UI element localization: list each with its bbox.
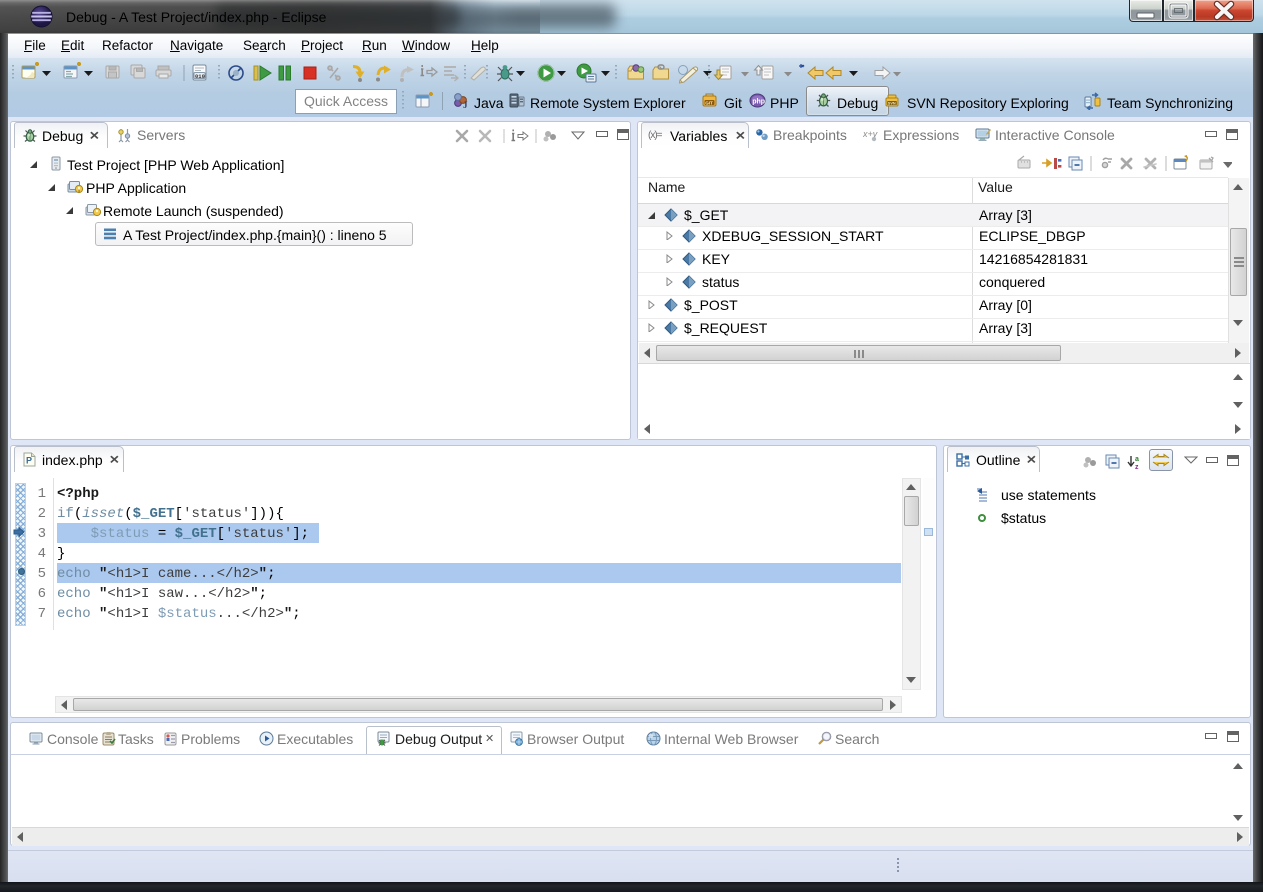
svg-text:GIT: GIT <box>705 101 713 106</box>
svg-text:z: z <box>1135 464 1139 470</box>
svg-text:P: P <box>26 456 32 466</box>
svg-text:010: 010 <box>195 73 205 80</box>
svg-text:a: a <box>1135 456 1139 463</box>
svg-text:php: php <box>752 99 765 106</box>
svg-text:J: J <box>463 100 468 109</box>
svg-text:SVN: SVN <box>888 102 896 106</box>
